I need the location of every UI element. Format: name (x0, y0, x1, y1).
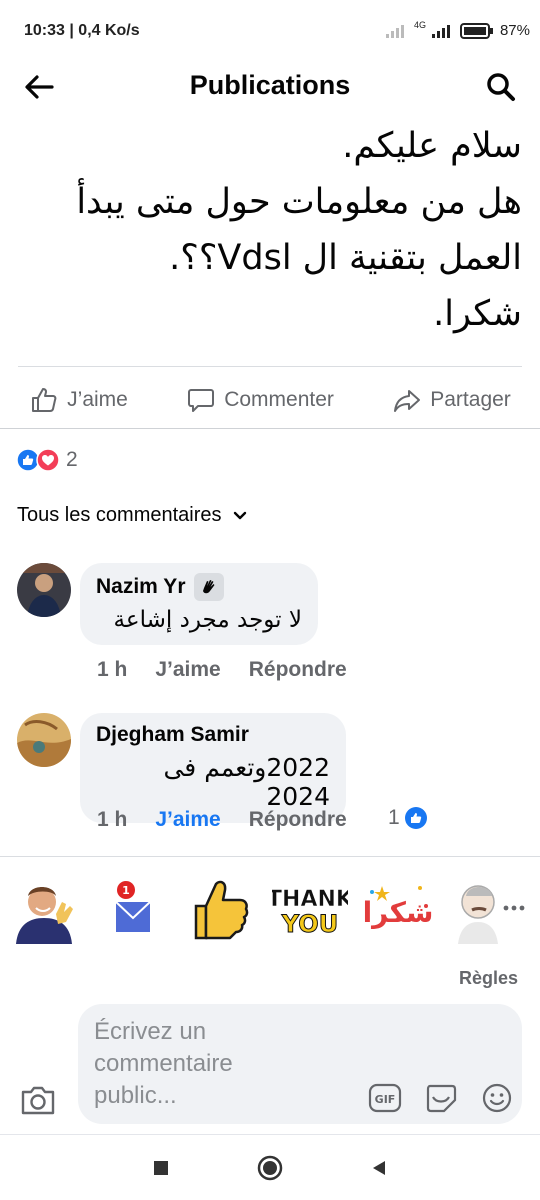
comment-meta: 1 h J’aime Répondre (97, 658, 347, 682)
battery-percent: 87% (499, 22, 530, 39)
shukran-sticker-text: شكرا (363, 896, 434, 929)
divider (18, 366, 522, 367)
comment-reactions[interactable]: 1 (388, 806, 428, 830)
battery-icon (459, 22, 493, 39)
divider (0, 1134, 540, 1135)
share-button[interactable]: Partager (392, 385, 511, 415)
thumbs-up-icon (32, 388, 57, 412)
comment-label: Commenter (224, 388, 334, 411)
comment-icon (188, 389, 215, 412)
comment-input-placeholder: Écrivez un commentaire public... (94, 1018, 233, 1109)
waving-hand-badge-icon (193, 573, 224, 601)
share-label: Partager (430, 388, 511, 411)
comment-like-button[interactable]: J’aime (155, 658, 220, 682)
rules-link[interactable]: Règles (459, 968, 518, 989)
comment-filter[interactable]: Tous les commentaires (17, 504, 248, 527)
post-text: سلام عليكم. هل من معلومات حول متى يبدأ ا… (0, 118, 522, 342)
signal-icon-2 (431, 24, 450, 38)
wave-person-sticker[interactable] (10, 878, 78, 944)
like-label: J’aime (67, 388, 128, 411)
home-button-icon[interactable] (257, 1155, 283, 1186)
post-line: سلام عليكم. (342, 126, 522, 166)
emoji-icon[interactable] (480, 1082, 514, 1119)
comment-bubble[interactable]: Nazim Yr لا توجد مجرد إشاعة (80, 563, 318, 645)
avatar[interactable] (17, 713, 71, 767)
post-line: العمل بتقنية ال Vdsl؟؟. (169, 238, 522, 278)
status-icons: 4G 87% (385, 19, 530, 39)
thank-you-text-line1: THANK (272, 887, 348, 912)
shukran-sticker[interactable]: شكرا (362, 878, 434, 944)
mail-notification-sticker[interactable]: 1 (110, 878, 156, 944)
post-actions: J’aime Commenter Partager (0, 380, 540, 420)
comment-button[interactable]: Commenter (186, 385, 334, 415)
share-icon (394, 390, 421, 412)
divider (0, 856, 540, 857)
comment-author[interactable]: Djegham Samir (96, 723, 249, 747)
love-reaction-icon (36, 448, 60, 472)
comment-input[interactable]: Écrivez un commentaire public... GIF (78, 1004, 522, 1124)
back-button-icon[interactable] (369, 1158, 389, 1183)
network-type: 4G (413, 19, 426, 30)
comment-time: 1 h (97, 808, 128, 831)
sticker-bar: 1 THANK YOU شكرا (0, 870, 540, 950)
comment-like-button[interactable]: J’aime (155, 808, 220, 832)
comment-text: 2022وتعمم فى 2024 (163, 753, 330, 811)
man-sticker[interactable] (454, 878, 504, 944)
svg-text:1: 1 (122, 884, 130, 897)
more-stickers-icon[interactable] (502, 898, 526, 918)
chevron-down-icon (233, 511, 246, 519)
comment-meta: 1 h J’aime Répondre (97, 808, 347, 832)
thumbs-up-sticker[interactable] (190, 874, 250, 944)
page-title: Publications (189, 70, 351, 100)
like-button[interactable]: J’aime (29, 385, 128, 415)
thank-you-text-line2: YOU (281, 910, 338, 938)
sticker-icon[interactable] (424, 1082, 458, 1119)
camera-icon[interactable] (20, 1084, 56, 1121)
post-line: شكرا. (433, 294, 522, 334)
search-icon[interactable] (484, 70, 518, 104)
like-reaction-icon (404, 807, 427, 829)
comment-author[interactable]: Nazim Yr (96, 575, 186, 599)
signal-icon (385, 24, 404, 38)
gif-label: GIF (375, 1093, 396, 1106)
comment-reaction-count: 1 (388, 806, 400, 829)
comment-reply-button[interactable]: Répondre (249, 808, 347, 832)
reaction-count: 2 (66, 448, 78, 471)
system-nav-bar (0, 1140, 540, 1200)
comment-reply-button[interactable]: Répondre (249, 658, 347, 682)
post-line: هل من معلومات حول متى يبدأ (76, 182, 522, 222)
comment-time: 1 h (97, 658, 128, 681)
avatar[interactable] (17, 563, 71, 617)
comment-filter-label: Tous les commentaires (17, 504, 222, 526)
status-time: 10:33 | 0,4 Ko/s (24, 22, 140, 39)
comment-text: لا توجد مجرد إشاعة (113, 607, 302, 633)
reaction-summary[interactable]: 2 (16, 448, 78, 472)
recents-button-icon[interactable] (151, 1158, 171, 1183)
gif-button[interactable]: GIF (368, 1082, 402, 1119)
divider (0, 428, 540, 429)
thank-you-sticker[interactable]: THANK YOU (267, 878, 354, 944)
comment-bubble[interactable]: Djegham Samir 2022وتعمم فى 2024 (80, 713, 346, 823)
